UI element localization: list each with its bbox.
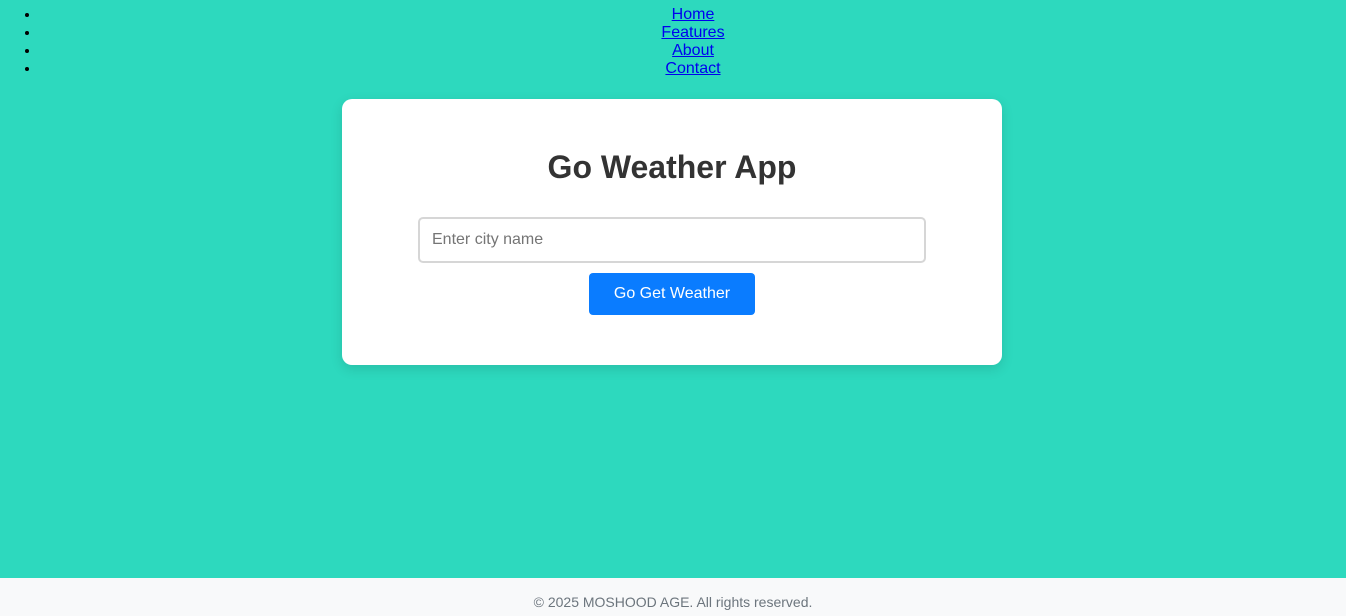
city-input[interactable] <box>418 217 926 263</box>
nav-list: Home Features About Contact <box>0 6 1346 78</box>
get-weather-button[interactable]: Go Get Weather <box>589 273 755 315</box>
nav-link-features[interactable]: Features <box>661 24 724 41</box>
nav-link-home[interactable]: Home <box>672 6 715 23</box>
page-title: Go Weather App <box>547 149 797 185</box>
top-nav: Home Features About Contact <box>0 6 1346 78</box>
nav-item-about: About <box>40 42 1346 60</box>
nav-link-contact[interactable]: Contact <box>665 60 720 77</box>
nav-item-features: Features <box>40 24 1346 42</box>
weather-card: Go Weather App Go Get Weather <box>342 99 1002 365</box>
nav-link-about[interactable]: About <box>672 42 714 59</box>
copyright-text: © 2025 MOSHOOD AGE. All rights reserved. <box>533 594 813 610</box>
nav-item-contact: Contact <box>40 60 1346 78</box>
footer: © 2025 MOSHOOD AGE. All rights reserved. <box>0 578 1346 616</box>
nav-item-home: Home <box>40 6 1346 24</box>
